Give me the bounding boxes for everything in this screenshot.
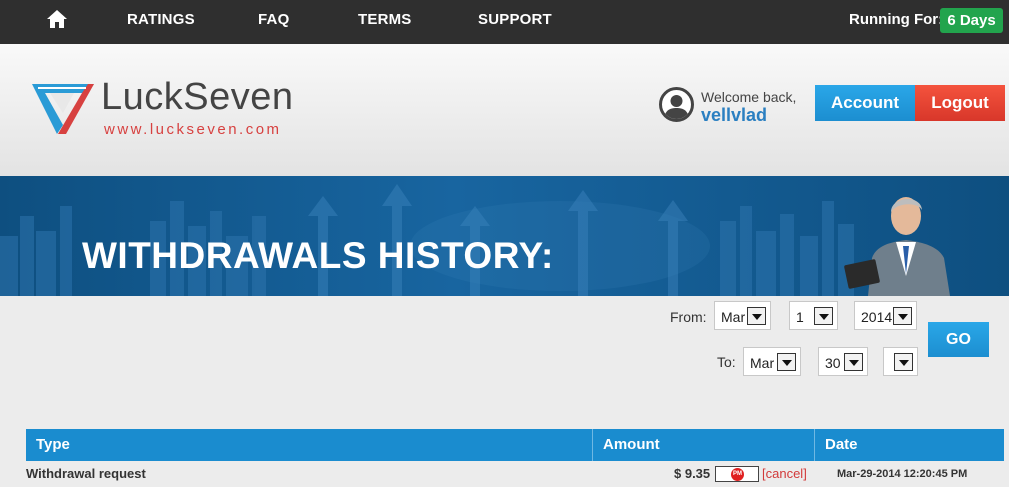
logout-button[interactable]: Logout bbox=[915, 85, 1005, 121]
payment-badge: PM bbox=[731, 468, 744, 481]
site-header: LuckSeven www.luckseven.com Welcome back… bbox=[0, 44, 1009, 176]
nav-link-terms[interactable]: TERMS bbox=[358, 11, 412, 28]
page-title: WITHDRAWALS HISTORY: bbox=[82, 235, 554, 276]
column-header-amount[interactable]: Amount bbox=[592, 429, 814, 461]
chevron-down-icon bbox=[747, 307, 766, 325]
from-year-select[interactable]: 2014 bbox=[854, 301, 917, 330]
nav-link-support[interactable]: SUPPORT bbox=[478, 11, 552, 28]
chevron-down-icon bbox=[844, 353, 863, 371]
businessman-image bbox=[844, 197, 950, 296]
chevron-down-icon bbox=[777, 353, 796, 371]
to-year-select[interactable] bbox=[883, 347, 918, 376]
to-month-value: Mar bbox=[750, 355, 775, 371]
from-month-select[interactable]: Mar bbox=[714, 301, 771, 330]
top-nav: RATINGS FAQ TERMS SUPPORT Running For: 6… bbox=[0, 0, 1009, 44]
to-day-value: 30 bbox=[825, 355, 841, 371]
chevron-down-icon bbox=[894, 353, 913, 371]
username: vellvlad bbox=[701, 105, 768, 125]
column-header-date[interactable]: Date bbox=[814, 429, 1004, 461]
chevron-down-icon bbox=[814, 307, 833, 325]
account-button[interactable]: Account bbox=[815, 85, 915, 121]
to-month-select[interactable]: Mar bbox=[743, 347, 801, 376]
from-day-value: 1 bbox=[796, 309, 804, 325]
from-day-select[interactable]: 1 bbox=[789, 301, 838, 330]
home-icon[interactable] bbox=[46, 9, 68, 29]
row-type: Withdrawal request bbox=[26, 466, 146, 481]
logo-url: www.luckseven.com bbox=[104, 121, 282, 138]
go-button[interactable]: GO bbox=[928, 322, 989, 357]
welcome-text: Welcome back, bbox=[701, 89, 797, 105]
nav-link-ratings[interactable]: RATINGS bbox=[127, 11, 195, 28]
from-label: From: bbox=[670, 309, 707, 325]
from-month-value: Mar bbox=[721, 309, 746, 325]
logo-wordmark[interactable]: LuckSeven bbox=[101, 76, 294, 119]
table-header: Type Amount Date bbox=[26, 429, 1004, 461]
row-date: Mar-29-2014 12:20:45 PM bbox=[837, 468, 968, 480]
user-avatar-icon bbox=[659, 87, 694, 122]
to-day-select[interactable]: 30 bbox=[818, 347, 868, 376]
page-banner: WITHDRAWALS HISTORY: bbox=[0, 176, 1009, 296]
column-header-type[interactable]: Type bbox=[26, 429, 592, 461]
chevron-down-icon bbox=[893, 307, 912, 325]
from-year-value: 2014 bbox=[861, 309, 893, 325]
row-amount: $ 9.35 bbox=[674, 466, 711, 481]
cancel-link[interactable]: [cancel] bbox=[762, 466, 807, 481]
running-days-badge: 6 Days bbox=[940, 8, 1003, 33]
table-row: Withdrawal request $ 9.35 Mar-29-2014 12… bbox=[26, 461, 1004, 487]
running-for-label: Running For: bbox=[849, 11, 944, 28]
to-label: To: bbox=[717, 354, 736, 370]
nav-link-faq[interactable]: FAQ bbox=[258, 11, 289, 28]
perfect-money-icon: PM bbox=[715, 466, 759, 482]
logo-icon[interactable] bbox=[30, 80, 96, 136]
